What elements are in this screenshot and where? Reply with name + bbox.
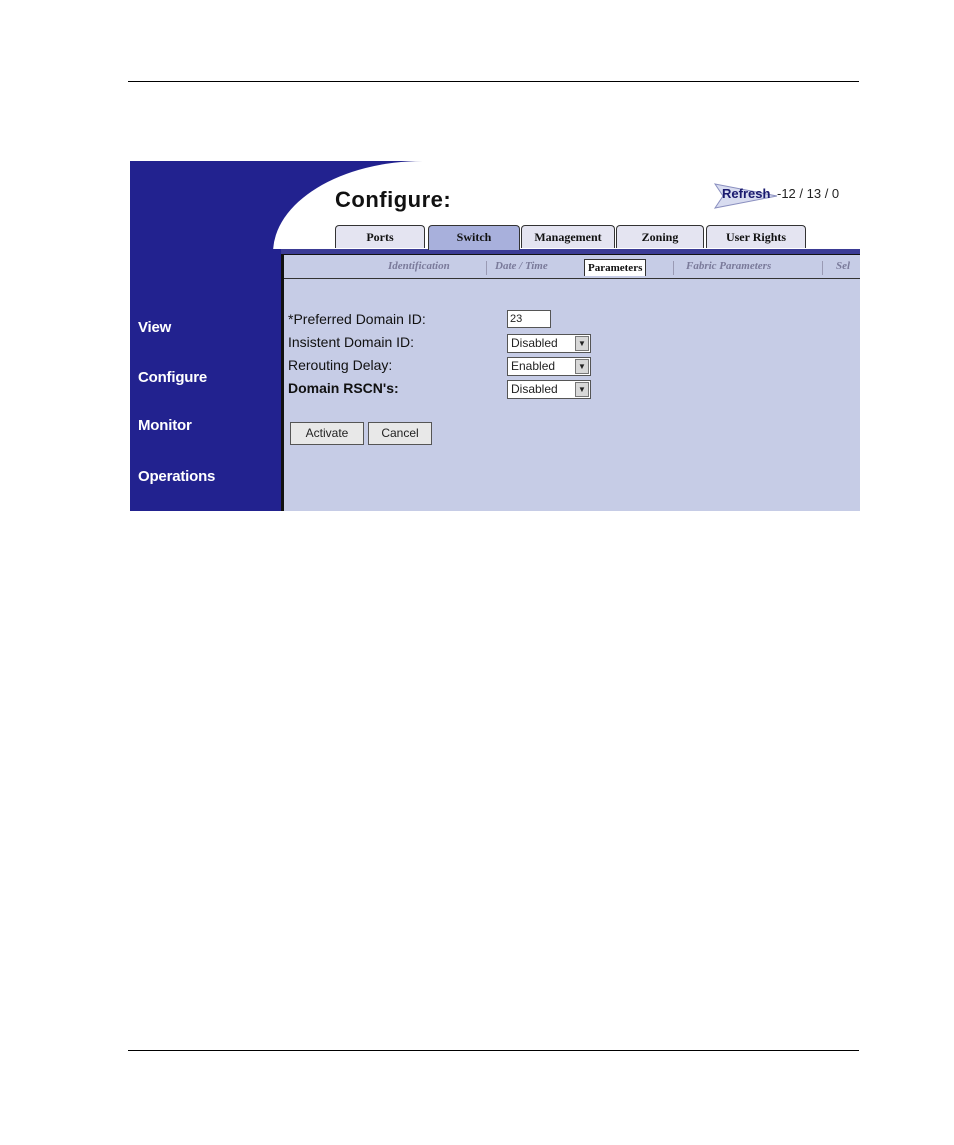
domain-rscns-value: Disabled — [511, 382, 558, 396]
preferred-domain-id-label: *Preferred Domain ID: — [288, 311, 426, 327]
switch-config-screenshot: View Configure Monitor Operations Config… — [130, 161, 860, 511]
dropdown-arrow-icon[interactable]: ▼ — [575, 382, 589, 397]
sidebar-item-configure[interactable]: Configure — [138, 369, 207, 386]
refresh-label: Refresh — [722, 186, 771, 201]
tab-switch[interactable]: Switch — [428, 225, 520, 250]
dropdown-arrow-icon[interactable]: ▼ — [575, 336, 589, 351]
rerouting-delay-label: Rerouting Delay: — [288, 357, 393, 373]
subtab-fabric-parameters[interactable]: Fabric Parameters — [686, 260, 771, 272]
refresh-timestamp: -12 / 13 / 0 — [777, 186, 840, 201]
insistent-domain-id-value: Disabled — [511, 336, 558, 350]
domain-rscns-select[interactable]: Disabled ▼ — [507, 380, 591, 399]
cancel-button[interactable]: Cancel — [368, 422, 432, 445]
dropdown-arrow-icon[interactable]: ▼ — [575, 359, 589, 374]
tab-zoning[interactable]: Zoning — [616, 225, 704, 248]
tab-ports[interactable]: Ports — [335, 225, 425, 248]
page-header-rule — [128, 81, 859, 82]
sidebar-item-view[interactable]: View — [138, 319, 171, 336]
insistent-domain-id-label: Insistent Domain ID: — [288, 334, 415, 350]
rerouting-delay-value: Enabled — [511, 359, 556, 373]
rerouting-delay-select[interactable]: Enabled ▼ — [507, 357, 591, 376]
subtab-identification[interactable]: Identification — [388, 260, 450, 272]
refresh-button[interactable]: Refresh -12 / 13 / 0 — [713, 183, 860, 209]
tab-management[interactable]: Management — [521, 225, 615, 248]
insistent-domain-id-select[interactable]: Disabled ▼ — [507, 334, 591, 353]
tab-user-rights[interactable]: User Rights — [706, 225, 806, 248]
page-footer-rule — [128, 1050, 859, 1051]
sidebar: View Configure Monitor Operations — [130, 161, 265, 511]
page-title: Configure: — [335, 187, 452, 212]
sidebar-item-monitor[interactable]: Monitor — [138, 417, 192, 434]
domain-rscns-label: Domain RSCN's: — [288, 380, 399, 396]
subtab-sel[interactable]: Sel — [836, 260, 850, 272]
subtab-date-time[interactable]: Date / Time — [495, 260, 548, 272]
subtab-parameters[interactable]: Parameters — [584, 259, 647, 276]
subtab-bar: Identification Date / Time Parameters Fa… — [284, 258, 860, 279]
sidebar-item-operations[interactable]: Operations — [138, 468, 215, 485]
preferred-domain-id-input[interactable] — [507, 310, 551, 328]
activate-button[interactable]: Activate — [290, 422, 364, 445]
